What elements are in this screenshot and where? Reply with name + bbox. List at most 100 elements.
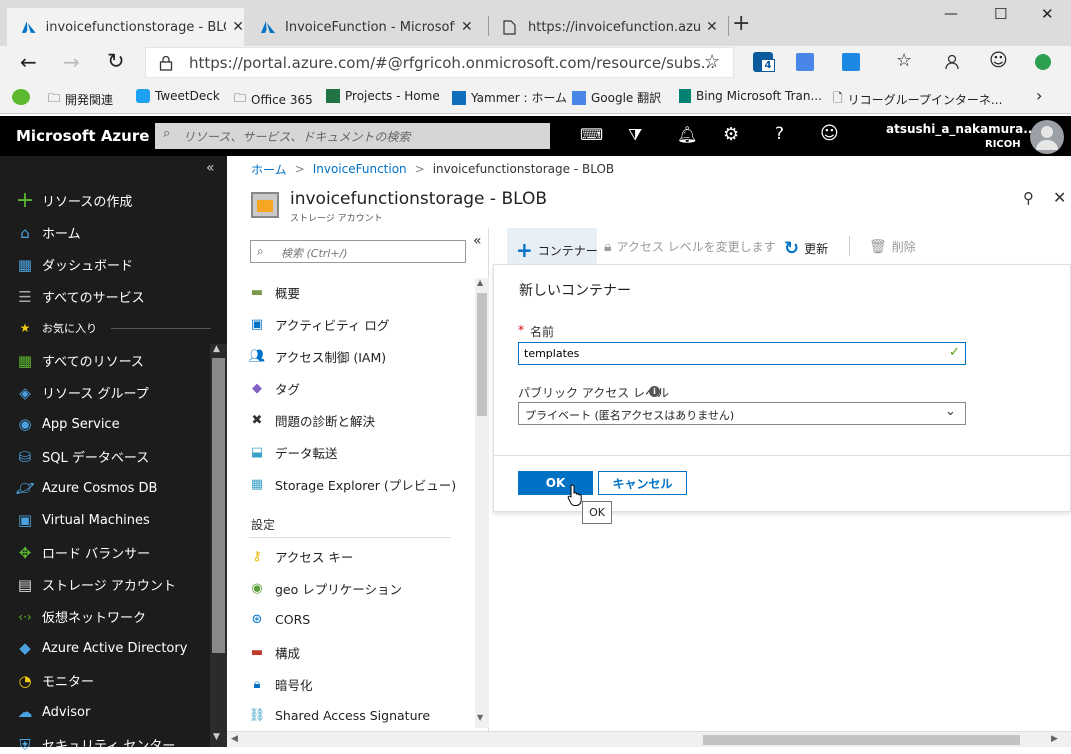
nav-virtual-machines[interactable]: ▣ Virtual Machines	[16, 511, 150, 529]
scroll-up-icon[interactable]: ▲	[213, 344, 220, 354]
forward-arrow-icon[interactable]: →	[63, 50, 80, 74]
delete-button[interactable]: 🗑︎ 削除	[869, 238, 916, 255]
breadcrumb-function[interactable]: InvoiceFunction	[313, 162, 407, 176]
nav-cosmos-db[interactable]: 🪐︎ Azure Cosmos DB	[15, 479, 157, 497]
menu-diagnose[interactable]: ✖ 問題の診断と解決	[249, 411, 375, 430]
settings-gear-icon[interactable]: ⚙	[723, 124, 739, 145]
nav-storage-accounts[interactable]: ▤ ストレージ アカウント	[16, 575, 176, 595]
close-blade-icon[interactable]: ✕	[1053, 188, 1066, 207]
notifications-bell-icon[interactable]: 🔔︎	[677, 125, 697, 144]
nav-security-center[interactable]: ⛨ セキュリティ センター	[16, 735, 175, 754]
refresh-button[interactable]: ↻ 更新	[784, 238, 828, 259]
nav-create-resource[interactable]: + リソースの作成	[15, 188, 133, 213]
menu-iam[interactable]: 👥︎ アクセス制御 (IAM)	[249, 347, 386, 366]
fav-projects[interactable]: Projects - Home	[326, 89, 440, 103]
change-access-level-button[interactable]: 🔒︎ アクセス レベルを変更します	[604, 238, 776, 255]
close-tab-icon[interactable]: ✕	[461, 19, 473, 35]
chevron-right-icon[interactable]: ›	[1036, 86, 1042, 105]
scroll-down-icon[interactable]: ▼	[213, 732, 220, 742]
nav-load-balancer[interactable]: ✥ ロード バランサー	[16, 543, 150, 563]
extension-icon[interactable]: 4	[753, 52, 775, 72]
avatar[interactable]	[1030, 120, 1064, 154]
maximize-button[interactable]: ☐	[994, 5, 1007, 23]
user-name[interactable]: atsushi_a_nakamura...	[886, 122, 1037, 136]
menu-tags[interactable]: ◆ タグ	[249, 379, 300, 398]
menu-storage-explorer[interactable]: ▦ Storage Explorer (プレビュー)	[249, 475, 456, 494]
back-arrow-icon[interactable]: ←	[20, 50, 37, 74]
fav-ricoh[interactable]: 🗋 リコーグループインターネ...	[833, 89, 1002, 110]
scroll-down-icon[interactable]: ▼	[477, 713, 483, 722]
collapse-menu-button[interactable]: «	[473, 233, 482, 249]
bl-extension-icon[interactable]	[842, 53, 860, 71]
fav-dev[interactable]: 🗀 開発関連	[48, 89, 113, 110]
directory-filter-icon[interactable]: ⧩	[628, 125, 642, 145]
translate-extension-icon[interactable]	[796, 53, 814, 71]
nav-scrollbar-thumb[interactable]	[212, 358, 225, 653]
menu-data-transfer[interactable]: ⬓ データ転送	[249, 443, 338, 462]
global-search-input[interactable]: ⌕ リソース、サービス、ドキュメントの検索	[155, 123, 550, 149]
container-name-input[interactable]	[518, 342, 966, 365]
nav-monitor[interactable]: ◔ モニター	[16, 671, 94, 691]
menu-overview[interactable]: ▬ 概要	[249, 283, 300, 302]
scroll-right-icon[interactable]: ▶	[1051, 734, 1058, 744]
menu-sas[interactable]: ⛓ Shared Access Signature	[249, 707, 430, 723]
menu-scrollbar[interactable]: ▲ ▼	[475, 278, 489, 728]
minimize-button[interactable]: —	[944, 6, 958, 22]
nav-dashboard[interactable]: ▦ ダッシュボード	[16, 255, 133, 275]
nav-sql-database[interactable]: ⛁ SQL データベース	[16, 447, 150, 467]
tab-blob[interactable]: invoicefunctionstorage - BLOB - ✕	[7, 8, 244, 46]
url-field[interactable]: https://portal.azure.com/#@rfgricoh.onmi…	[145, 47, 734, 78]
refresh-icon[interactable]: ↻	[107, 49, 125, 73]
pin-icon[interactable]: ⚲	[1023, 189, 1034, 207]
menu-cors[interactable]: ⊛ CORS	[249, 611, 311, 627]
nav-all-resources[interactable]: ▦ すべてのリソース	[16, 351, 144, 371]
favorite-star-icon[interactable]: ☆	[704, 51, 720, 72]
fav-yammer[interactable]: Yammer : ホーム	[452, 89, 567, 106]
green-site-icon[interactable]	[12, 89, 30, 105]
nav-advisor[interactable]: ☁ Advisor	[16, 703, 91, 721]
add-container-button[interactable]: + コンテナー	[516, 238, 598, 262]
tab-invoicefunction[interactable]: InvoiceFunction - Microsoft Azur ✕	[246, 8, 486, 46]
favorites-icon[interactable]: ☆	[896, 50, 912, 71]
tab-azureweb[interactable]: https://invoicefunction.azureweb ✕	[489, 8, 727, 46]
feedback-smiley-icon[interactable]: ☺	[820, 123, 839, 144]
nav-scrollbar[interactable]: ▲ ▼	[210, 344, 227, 747]
info-icon[interactable]: i	[649, 386, 660, 397]
azure-brand[interactable]: Microsoft Azure	[16, 127, 149, 145]
sync-icon[interactable]	[1035, 54, 1051, 70]
nav-all-services[interactable]: ☰ すべてのサービス	[16, 287, 144, 307]
scroll-left-icon[interactable]: ◀	[231, 734, 238, 744]
close-tab-icon[interactable]: ✕	[706, 19, 718, 35]
feedback-smiley-icon[interactable]: ☺	[989, 50, 1008, 71]
menu-scrollbar-thumb[interactable]	[477, 293, 487, 416]
menu-configuration[interactable]: ▬ 構成	[249, 643, 300, 662]
help-icon[interactable]: ?	[775, 124, 784, 144]
fav-bing-translator[interactable]: Bing Microsoft Tran...	[679, 89, 822, 103]
fav-office365[interactable]: 🗀 Office 365	[234, 89, 313, 110]
close-tab-icon[interactable]: ✕	[232, 19, 244, 35]
horizontal-scrollbar[interactable]: ◀ ▶	[227, 731, 1071, 747]
nav-virtual-networks[interactable]: ‹·› 仮想ネットワーク	[16, 607, 146, 627]
public-access-select[interactable]: プライベート (匿名アクセスはありません) ⌄	[518, 402, 966, 425]
collapse-nav-button[interactable]: «	[206, 160, 215, 176]
fav-tweetdeck[interactable]: TweetDeck	[136, 89, 220, 103]
plus-icon: +	[15, 188, 35, 213]
fav-google-translate[interactable]: Google 翻訳	[572, 89, 661, 106]
scroll-up-icon[interactable]: ▲	[477, 278, 483, 287]
close-window-button[interactable]: ✕	[1041, 5, 1054, 23]
cloud-shell-icon[interactable]: ⌨	[580, 125, 603, 144]
new-tab-button[interactable]: +	[732, 11, 750, 36]
breadcrumb-home[interactable]: ホーム	[251, 161, 287, 178]
menu-encryption[interactable]: 🔒︎ 暗号化	[249, 675, 313, 694]
menu-activity-log[interactable]: ▣ アクティビティ ログ	[249, 315, 390, 334]
menu-access-keys[interactable]: ⚷ アクセス キー	[249, 547, 353, 566]
profile-icon[interactable]	[944, 54, 960, 70]
nav-resource-groups[interactable]: ◈ リソース グループ	[16, 383, 148, 403]
menu-search-input[interactable]: ⌕ 検索 (Ctrl+/)	[250, 240, 466, 263]
nav-azure-ad[interactable]: ◆ Azure Active Directory	[16, 639, 187, 657]
horizontal-scrollbar-thumb[interactable]	[703, 735, 1020, 745]
cancel-button[interactable]: キャンセル	[598, 471, 687, 495]
menu-geo-replication[interactable]: ◉ geo レプリケーション	[249, 579, 402, 598]
nav-home[interactable]: ⌂ ホーム	[16, 223, 80, 243]
nav-app-service[interactable]: ◉ App Service	[16, 415, 119, 433]
